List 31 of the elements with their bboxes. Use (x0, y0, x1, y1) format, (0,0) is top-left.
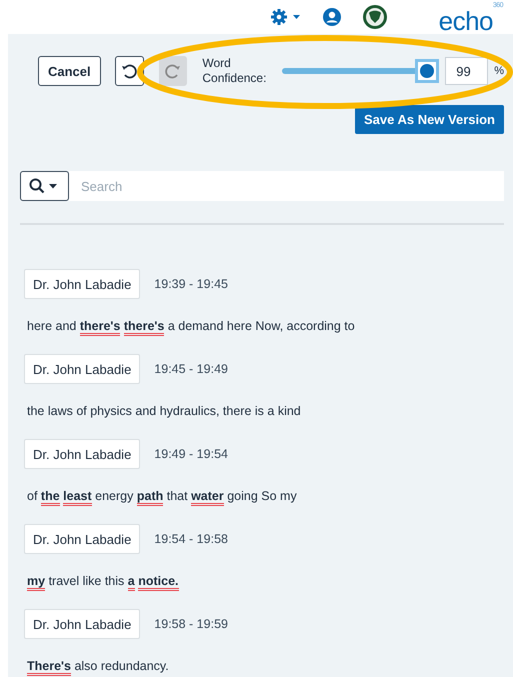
settings-icon[interactable] (270, 9, 301, 25)
transcript-text[interactable]: my travel like this a notice. (27, 573, 504, 589)
search-mode-dropdown[interactable] (20, 171, 69, 201)
search-icon (29, 178, 57, 194)
search-field[interactable]: Search (69, 171, 504, 201)
timestamp: 19:54 - 19:58 (154, 532, 228, 546)
undo-button[interactable] (114, 56, 144, 86)
speaker-label[interactable]: Dr. John Labadie (24, 354, 140, 384)
user-icon[interactable] (322, 8, 341, 26)
redo-icon (164, 63, 181, 79)
timestamp: 19:58 - 19:59 (154, 617, 228, 631)
cancel-button[interactable]: Cancel (38, 56, 101, 86)
slider-thumb[interactable] (414, 59, 439, 83)
word-confidence-label: Word Confidence: (202, 56, 268, 86)
confidence-input[interactable]: 99 (445, 57, 488, 85)
speaker-label[interactable]: Dr. John Labadie (24, 269, 140, 299)
timestamp: 19:49 - 19:54 (154, 447, 228, 461)
timestamp: 19:45 - 19:49 (154, 362, 228, 376)
timestamp: 19:39 - 19:45 (154, 277, 228, 291)
transcript-text[interactable]: of the least energy path that water going So my (27, 488, 504, 504)
speaker-label[interactable]: Dr. John Labadie (24, 609, 140, 639)
confidence-slider[interactable] (282, 59, 440, 83)
transcript-text[interactable]: There's also redundancy. (27, 658, 504, 674)
undo-icon (121, 63, 138, 79)
speaker-label[interactable]: Dr. John Labadie (24, 439, 140, 469)
ram-logo-icon (362, 5, 387, 29)
transcript-text[interactable]: the laws of physics and hydraulics, there is a kind (27, 403, 504, 419)
speaker-label[interactable]: Dr. John Labadie (24, 524, 140, 554)
percent-label: % (494, 65, 504, 77)
transcript-text[interactable]: here and there's there's a demand here Now, according to (27, 318, 504, 334)
save-as-new-version-button[interactable]: Save As New Version (354, 105, 504, 134)
